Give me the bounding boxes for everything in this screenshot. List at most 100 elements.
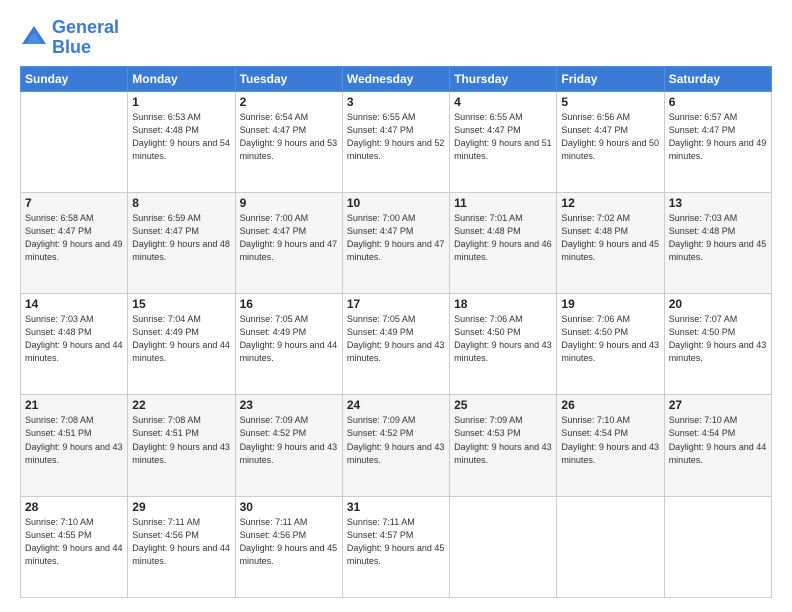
day-info: Sunrise: 7:10 AM Sunset: 4:55 PM Dayligh… <box>25 516 123 568</box>
day-info: Sunrise: 6:53 AM Sunset: 4:48 PM Dayligh… <box>132 111 230 163</box>
weekday-header-thursday: Thursday <box>450 66 557 91</box>
day-number: 29 <box>132 500 230 514</box>
page: General Blue SundayMondayTuesdayWednesda… <box>0 0 792 612</box>
calendar-cell: 29 Sunrise: 7:11 AM Sunset: 4:56 PM Dayl… <box>128 496 235 597</box>
calendar-cell: 20 Sunrise: 7:07 AM Sunset: 4:50 PM Dayl… <box>664 294 771 395</box>
day-info: Sunrise: 7:11 AM Sunset: 4:57 PM Dayligh… <box>347 516 445 568</box>
calendar-cell: 30 Sunrise: 7:11 AM Sunset: 4:56 PM Dayl… <box>235 496 342 597</box>
day-number: 4 <box>454 95 552 109</box>
weekday-header-tuesday: Tuesday <box>235 66 342 91</box>
calendar-cell: 14 Sunrise: 7:03 AM Sunset: 4:48 PM Dayl… <box>21 294 128 395</box>
calendar-cell: 4 Sunrise: 6:55 AM Sunset: 4:47 PM Dayli… <box>450 91 557 192</box>
day-number: 28 <box>25 500 123 514</box>
calendar-cell: 5 Sunrise: 6:56 AM Sunset: 4:47 PM Dayli… <box>557 91 664 192</box>
day-info: Sunrise: 7:01 AM Sunset: 4:48 PM Dayligh… <box>454 212 552 264</box>
calendar-cell: 26 Sunrise: 7:10 AM Sunset: 4:54 PM Dayl… <box>557 395 664 496</box>
day-info: Sunrise: 7:11 AM Sunset: 4:56 PM Dayligh… <box>240 516 338 568</box>
calendar-table: SundayMondayTuesdayWednesdayThursdayFrid… <box>20 66 772 598</box>
day-info: Sunrise: 6:55 AM Sunset: 4:47 PM Dayligh… <box>347 111 445 163</box>
day-info: Sunrise: 7:10 AM Sunset: 4:54 PM Dayligh… <box>561 414 659 466</box>
day-info: Sunrise: 6:55 AM Sunset: 4:47 PM Dayligh… <box>454 111 552 163</box>
calendar-cell: 9 Sunrise: 7:00 AM Sunset: 4:47 PM Dayli… <box>235 192 342 293</box>
calendar-cell: 10 Sunrise: 7:00 AM Sunset: 4:47 PM Dayl… <box>342 192 449 293</box>
day-info: Sunrise: 7:06 AM Sunset: 4:50 PM Dayligh… <box>561 313 659 365</box>
day-info: Sunrise: 7:09 AM Sunset: 4:52 PM Dayligh… <box>347 414 445 466</box>
calendar-cell: 8 Sunrise: 6:59 AM Sunset: 4:47 PM Dayli… <box>128 192 235 293</box>
day-number: 12 <box>561 196 659 210</box>
calendar-cell: 18 Sunrise: 7:06 AM Sunset: 4:50 PM Dayl… <box>450 294 557 395</box>
day-number: 24 <box>347 398 445 412</box>
day-number: 23 <box>240 398 338 412</box>
day-number: 6 <box>669 95 767 109</box>
logo: General Blue <box>20 18 119 58</box>
day-number: 30 <box>240 500 338 514</box>
calendar-cell: 17 Sunrise: 7:05 AM Sunset: 4:49 PM Dayl… <box>342 294 449 395</box>
logo-text: General Blue <box>52 18 119 58</box>
day-number: 13 <box>669 196 767 210</box>
calendar-cell <box>450 496 557 597</box>
calendar-cell: 24 Sunrise: 7:09 AM Sunset: 4:52 PM Dayl… <box>342 395 449 496</box>
week-row-3: 14 Sunrise: 7:03 AM Sunset: 4:48 PM Dayl… <box>21 294 772 395</box>
day-number: 1 <box>132 95 230 109</box>
day-number: 9 <box>240 196 338 210</box>
weekday-header-monday: Monday <box>128 66 235 91</box>
day-info: Sunrise: 7:02 AM Sunset: 4:48 PM Dayligh… <box>561 212 659 264</box>
calendar-cell: 11 Sunrise: 7:01 AM Sunset: 4:48 PM Dayl… <box>450 192 557 293</box>
day-number: 3 <box>347 95 445 109</box>
week-row-2: 7 Sunrise: 6:58 AM Sunset: 4:47 PM Dayli… <box>21 192 772 293</box>
calendar-cell: 3 Sunrise: 6:55 AM Sunset: 4:47 PM Dayli… <box>342 91 449 192</box>
day-number: 22 <box>132 398 230 412</box>
day-number: 18 <box>454 297 552 311</box>
day-number: 20 <box>669 297 767 311</box>
calendar-cell: 28 Sunrise: 7:10 AM Sunset: 4:55 PM Dayl… <box>21 496 128 597</box>
day-number: 25 <box>454 398 552 412</box>
calendar-cell: 22 Sunrise: 7:08 AM Sunset: 4:51 PM Dayl… <box>128 395 235 496</box>
day-info: Sunrise: 7:04 AM Sunset: 4:49 PM Dayligh… <box>132 313 230 365</box>
day-number: 19 <box>561 297 659 311</box>
day-number: 5 <box>561 95 659 109</box>
day-info: Sunrise: 7:03 AM Sunset: 4:48 PM Dayligh… <box>25 313 123 365</box>
day-info: Sunrise: 7:05 AM Sunset: 4:49 PM Dayligh… <box>347 313 445 365</box>
week-row-5: 28 Sunrise: 7:10 AM Sunset: 4:55 PM Dayl… <box>21 496 772 597</box>
weekday-header-sunday: Sunday <box>21 66 128 91</box>
day-info: Sunrise: 7:00 AM Sunset: 4:47 PM Dayligh… <box>240 212 338 264</box>
day-info: Sunrise: 7:08 AM Sunset: 4:51 PM Dayligh… <box>25 414 123 466</box>
day-number: 2 <box>240 95 338 109</box>
weekday-header-saturday: Saturday <box>664 66 771 91</box>
weekday-header-friday: Friday <box>557 66 664 91</box>
calendar-cell: 27 Sunrise: 7:10 AM Sunset: 4:54 PM Dayl… <box>664 395 771 496</box>
weekday-header-row: SundayMondayTuesdayWednesdayThursdayFrid… <box>21 66 772 91</box>
calendar-cell: 12 Sunrise: 7:02 AM Sunset: 4:48 PM Dayl… <box>557 192 664 293</box>
day-info: Sunrise: 7:08 AM Sunset: 4:51 PM Dayligh… <box>132 414 230 466</box>
day-number: 17 <box>347 297 445 311</box>
day-number: 15 <box>132 297 230 311</box>
day-info: Sunrise: 7:00 AM Sunset: 4:47 PM Dayligh… <box>347 212 445 264</box>
week-row-4: 21 Sunrise: 7:08 AM Sunset: 4:51 PM Dayl… <box>21 395 772 496</box>
week-row-1: 1 Sunrise: 6:53 AM Sunset: 4:48 PM Dayli… <box>21 91 772 192</box>
day-info: Sunrise: 6:54 AM Sunset: 4:47 PM Dayligh… <box>240 111 338 163</box>
day-number: 21 <box>25 398 123 412</box>
day-number: 16 <box>240 297 338 311</box>
day-number: 14 <box>25 297 123 311</box>
day-number: 27 <box>669 398 767 412</box>
day-info: Sunrise: 6:57 AM Sunset: 4:47 PM Dayligh… <box>669 111 767 163</box>
calendar-cell <box>21 91 128 192</box>
calendar-cell: 1 Sunrise: 6:53 AM Sunset: 4:48 PM Dayli… <box>128 91 235 192</box>
logo-icon <box>20 24 48 52</box>
day-info: Sunrise: 7:06 AM Sunset: 4:50 PM Dayligh… <box>454 313 552 365</box>
calendar-cell: 31 Sunrise: 7:11 AM Sunset: 4:57 PM Dayl… <box>342 496 449 597</box>
calendar-cell: 19 Sunrise: 7:06 AM Sunset: 4:50 PM Dayl… <box>557 294 664 395</box>
day-number: 26 <box>561 398 659 412</box>
header: General Blue <box>20 18 772 58</box>
calendar-cell: 2 Sunrise: 6:54 AM Sunset: 4:47 PM Dayli… <box>235 91 342 192</box>
day-info: Sunrise: 7:09 AM Sunset: 4:53 PM Dayligh… <box>454 414 552 466</box>
day-number: 31 <box>347 500 445 514</box>
day-info: Sunrise: 7:03 AM Sunset: 4:48 PM Dayligh… <box>669 212 767 264</box>
calendar-cell: 21 Sunrise: 7:08 AM Sunset: 4:51 PM Dayl… <box>21 395 128 496</box>
calendar-cell <box>664 496 771 597</box>
day-info: Sunrise: 7:10 AM Sunset: 4:54 PM Dayligh… <box>669 414 767 466</box>
day-info: Sunrise: 7:05 AM Sunset: 4:49 PM Dayligh… <box>240 313 338 365</box>
day-info: Sunrise: 7:09 AM Sunset: 4:52 PM Dayligh… <box>240 414 338 466</box>
calendar-cell: 16 Sunrise: 7:05 AM Sunset: 4:49 PM Dayl… <box>235 294 342 395</box>
calendar-cell: 23 Sunrise: 7:09 AM Sunset: 4:52 PM Dayl… <box>235 395 342 496</box>
